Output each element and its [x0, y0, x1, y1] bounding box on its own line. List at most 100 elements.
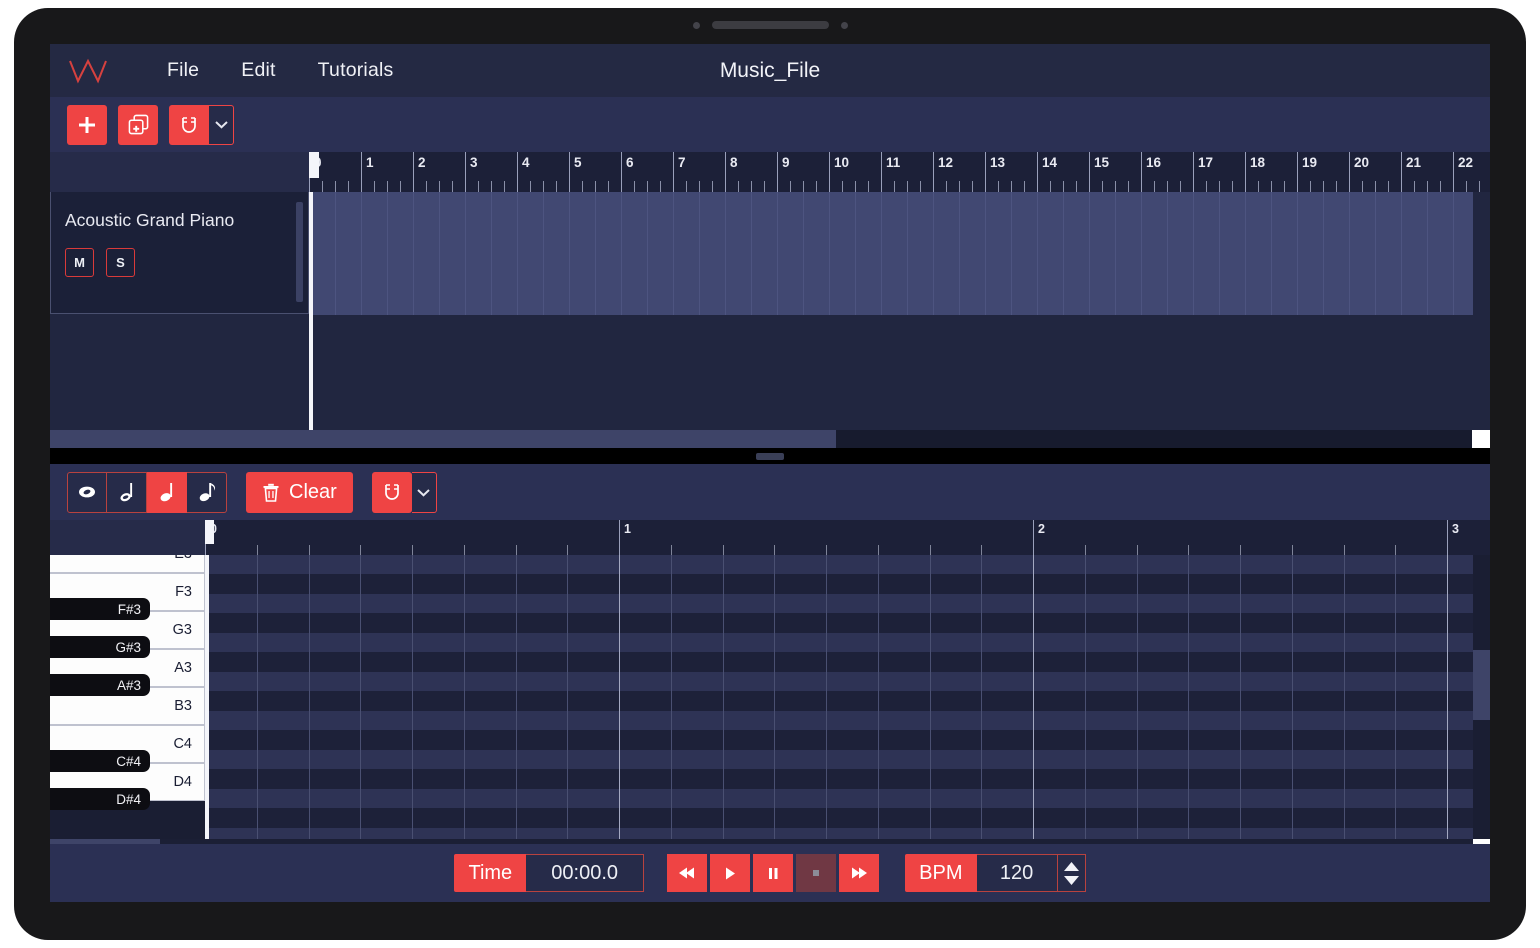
ruler-tick [491, 181, 492, 192]
piano-roll-row[interactable] [205, 828, 1473, 840]
piano-key-A#3[interactable]: A#3 [50, 674, 150, 696]
piano-roll-beat-line [1085, 555, 1086, 839]
add-track-button[interactable] [67, 105, 107, 145]
piano-roll-ruler-spacer [50, 520, 205, 555]
play-icon [723, 866, 737, 881]
time-value: 00:00.0 [526, 854, 644, 892]
forward-icon [850, 866, 868, 880]
piano-key-G#3[interactable]: G#3 [50, 636, 150, 658]
piano-key-E3[interactable]: E3 [50, 555, 205, 573]
ruler-bar-label: 10 [834, 155, 849, 170]
eighth-note-icon [196, 480, 218, 504]
ruler-bar-label: 2 [418, 155, 426, 170]
bpm-spinner [1057, 854, 1086, 892]
piano-roll-bar-1: 1 [619, 520, 620, 555]
ruler-tick [1271, 181, 1272, 192]
lane-gridline [1089, 192, 1090, 315]
clear-button-label: Clear [289, 481, 337, 504]
piano-roll-vscrollbar[interactable] [1473, 555, 1490, 839]
arrangement-grid[interactable] [309, 192, 1490, 430]
ruler-tick [1336, 181, 1337, 192]
whole-note-button[interactable] [67, 472, 107, 513]
snap-toggle-button[interactable] [169, 105, 209, 145]
ruler-tick [335, 181, 336, 192]
menu-file[interactable]: File [157, 55, 209, 86]
ruler-tick [998, 181, 999, 192]
ruler-bar-label: 4 [522, 155, 530, 170]
arrangement-timeline-ruler[interactable]: 012345678910111213141516171819202122 [309, 152, 1490, 192]
piano-roll-grid[interactable] [205, 555, 1473, 839]
clear-button[interactable]: Clear [246, 472, 353, 513]
piano-roll-beat-line [1240, 555, 1241, 839]
piano-roll-beat-line [257, 555, 258, 839]
menu-tutorials[interactable]: Tutorials [308, 55, 404, 86]
stop-button[interactable] [796, 854, 836, 892]
lane-gridline [1453, 192, 1454, 315]
eighth-note-button[interactable] [187, 472, 227, 513]
lane-gridline [699, 192, 700, 315]
piano-roll-snap-button[interactable] [372, 472, 412, 513]
ruler-tick [868, 181, 869, 192]
track-lane[interactable] [309, 192, 1473, 315]
bpm-increase-button[interactable] [1063, 861, 1080, 872]
arrangement-playhead-head[interactable] [309, 152, 319, 178]
bpm-decrease-button[interactable] [1063, 875, 1080, 886]
magnet-icon [382, 482, 402, 502]
ruler-bar-label: 7 [678, 155, 686, 170]
lane-gridline [725, 192, 726, 315]
snap-dropdown-button[interactable] [209, 105, 234, 145]
forward-button[interactable] [839, 854, 879, 892]
menu-bar: File Edit Tutorials Music_File [50, 44, 1490, 97]
piano-roll-tick [1344, 545, 1345, 555]
piano-roll-vscroll-thumb[interactable] [1473, 650, 1490, 720]
play-button[interactable] [710, 854, 750, 892]
piano-roll-tick [930, 545, 931, 555]
track-mute-button[interactable]: M [65, 248, 94, 277]
arrangement-hscroll-thumb[interactable] [50, 430, 836, 448]
menu-edit[interactable]: Edit [231, 55, 285, 86]
piano-roll-beat-line [412, 555, 413, 839]
piano-roll-tick [774, 545, 775, 555]
chevron-up-icon [1063, 861, 1080, 872]
lane-gridline [985, 192, 986, 315]
duplicate-track-button[interactable] [118, 105, 158, 145]
ruler-bar-label: 9 [782, 155, 790, 170]
track-solo-button[interactable]: S [106, 248, 135, 277]
ruler-bar-label: 21 [1406, 155, 1421, 170]
ruler-tick [907, 181, 908, 192]
piano-key-D#4[interactable]: D#4 [50, 788, 150, 810]
quarter-note-button[interactable] [147, 472, 187, 513]
piano-roll-ruler[interactable]: 0123 [205, 520, 1490, 555]
rewind-button[interactable] [667, 854, 707, 892]
track-header[interactable]: Acoustic Grand Piano M S [50, 192, 309, 314]
splitter-handle[interactable] [756, 453, 784, 460]
ruler-tick [1388, 181, 1389, 192]
time-label: Time [454, 854, 526, 892]
pause-button[interactable] [753, 854, 793, 892]
piano-roll-beat-line [774, 555, 775, 839]
stop-icon [809, 866, 823, 880]
bpm-value[interactable]: 120 [977, 854, 1057, 892]
piano-key-F#3[interactable]: F#3 [50, 598, 150, 620]
piano-roll-bar-line [1447, 555, 1448, 839]
lane-gridline [1349, 192, 1350, 315]
piano-roll-playhead-head[interactable] [205, 520, 214, 544]
panel-splitter[interactable] [50, 448, 1490, 464]
track-resize-grip[interactable] [296, 202, 303, 302]
piano-roll-tick [981, 545, 982, 555]
ruler-tick [1232, 181, 1233, 192]
lane-gridline [855, 192, 856, 315]
arrangement-resize-corner[interactable] [1472, 430, 1490, 448]
piano-key-C#4[interactable]: C#4 [50, 750, 150, 772]
piano-roll-tick [1240, 545, 1241, 555]
ruler-bar-7: 7 [673, 152, 674, 192]
piano-roll-playhead [205, 555, 209, 839]
lane-gridline [1271, 192, 1272, 315]
arrangement-hscrollbar[interactable] [50, 430, 1490, 448]
ruler-tick [582, 181, 583, 192]
half-note-button[interactable] [107, 472, 147, 513]
ruler-tick [920, 181, 921, 192]
piano-roll-snap-dropdown[interactable] [412, 472, 437, 513]
piano-keyboard[interactable]: E3F3F#3G3G#3A3A#3B3C4C#4D4D#4 [50, 555, 205, 839]
track-header-list: Acoustic Grand Piano M S [50, 192, 309, 430]
